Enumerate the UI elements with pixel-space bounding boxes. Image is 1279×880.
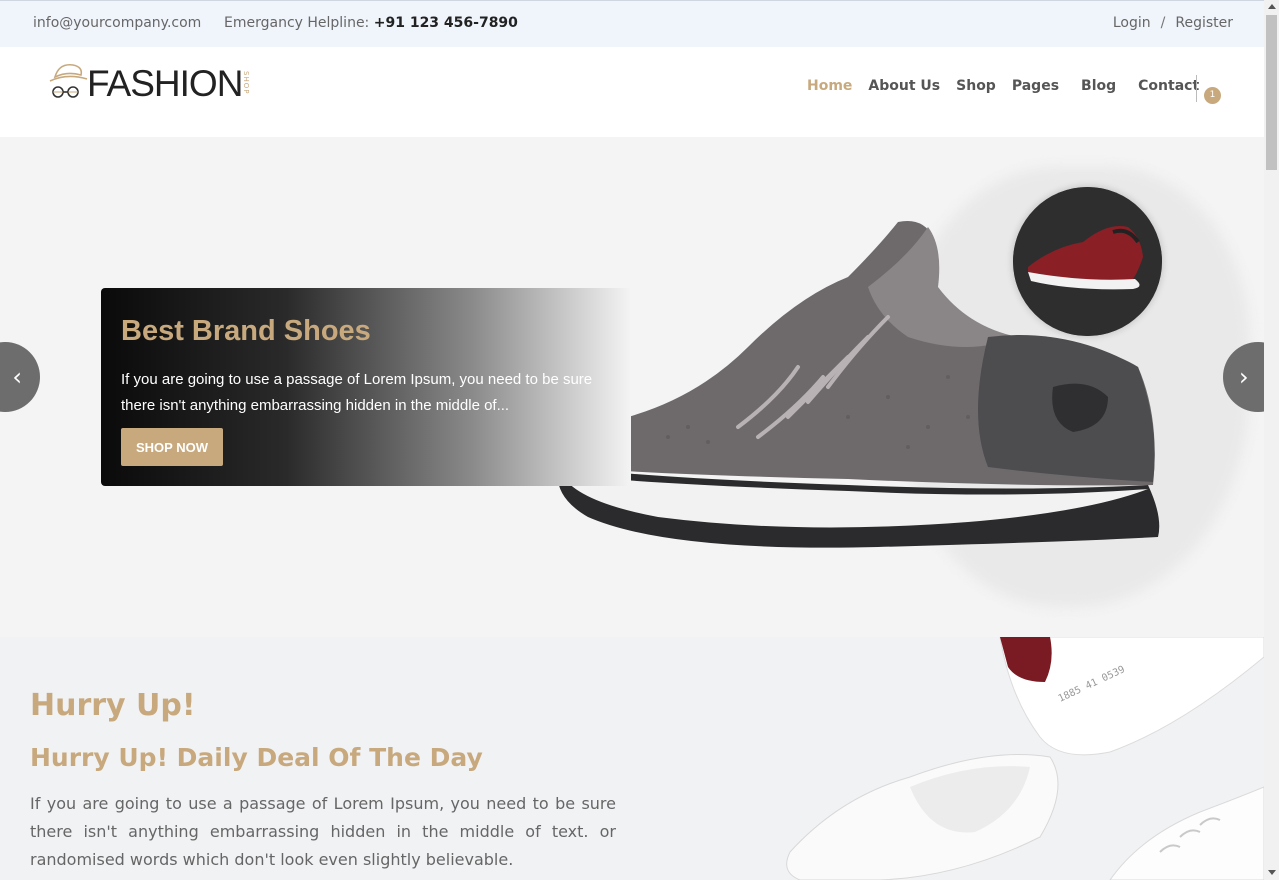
shop-now-button[interactable]: SHOP NOW xyxy=(121,428,223,466)
deal-subheading: Hurry Up! Daily Deal Of The Day xyxy=(30,743,483,772)
site-header: FASHION SHOP Home About Us Shop Pages Bl… xyxy=(0,47,1264,137)
hero-caption: Best Brand Shoes If you are going to use… xyxy=(101,288,631,486)
logo-subtext: SHOP xyxy=(242,71,250,95)
nav-blog[interactable]: Blog xyxy=(1081,78,1116,94)
deal-description: If you are going to use a passage of Lor… xyxy=(30,794,616,869)
hero-slider: Best Brand Shoes If you are going to use… xyxy=(0,137,1279,637)
deal-heading: Hurry Up! xyxy=(30,688,196,723)
contact-email[interactable]: info@yourcompany.com xyxy=(33,15,201,31)
nav-contact[interactable]: Contact xyxy=(1138,78,1199,94)
register-link[interactable]: Register xyxy=(1175,15,1233,31)
scroll-down-arrow-icon[interactable] xyxy=(1268,870,1276,875)
hero-description: If you are going to use a passage of Lor… xyxy=(121,371,593,414)
page-scrollbar[interactable] xyxy=(1264,0,1279,880)
top-bar: info@yourcompany.com Emergancy Helpline:… xyxy=(0,0,1264,47)
login-link[interactable]: Login xyxy=(1113,15,1151,31)
chevron-right-icon: › xyxy=(1239,363,1249,391)
helpline-number[interactable]: +91 123 456-7890 xyxy=(374,15,518,31)
auth-separator: / xyxy=(1160,15,1166,31)
logo-hat-icon xyxy=(49,63,88,98)
hero-title: Best Brand Shoes xyxy=(121,315,371,347)
scroll-up-arrow-icon[interactable] xyxy=(1268,4,1276,9)
red-sneaker-icon xyxy=(1013,187,1162,336)
nav-pages[interactable]: Pages xyxy=(1012,78,1059,94)
helpline-label: Emergancy Helpline: xyxy=(224,15,370,31)
site-logo[interactable]: FASHION SHOP xyxy=(47,59,252,104)
deal-shoes-image: 1885 41 0539 xyxy=(786,637,1264,880)
product-thumbnail[interactable] xyxy=(1013,187,1162,336)
chevron-left-icon: ‹ xyxy=(12,363,22,391)
helpline: Emergancy Helpline: +91 123 456-7890 xyxy=(224,15,518,31)
cart-count-badge[interactable]: 1 xyxy=(1204,87,1221,104)
scrollbar-thumb[interactable] xyxy=(1266,15,1277,170)
deal-of-the-day-section: Hurry Up! Hurry Up! Daily Deal Of The Da… xyxy=(0,637,1264,880)
nav-divider xyxy=(1196,75,1197,102)
prev-slide-button[interactable]: ‹ xyxy=(0,342,40,412)
nav-home[interactable]: Home xyxy=(807,78,852,94)
nav-about-us[interactable]: About Us xyxy=(868,78,940,94)
auth-links: Login / Register xyxy=(1113,15,1233,31)
logo-text: FASHION xyxy=(87,63,243,104)
nav-shop[interactable]: Shop xyxy=(956,78,996,94)
main-nav: Home About Us Shop Pages Blog Contact xyxy=(807,78,1215,94)
